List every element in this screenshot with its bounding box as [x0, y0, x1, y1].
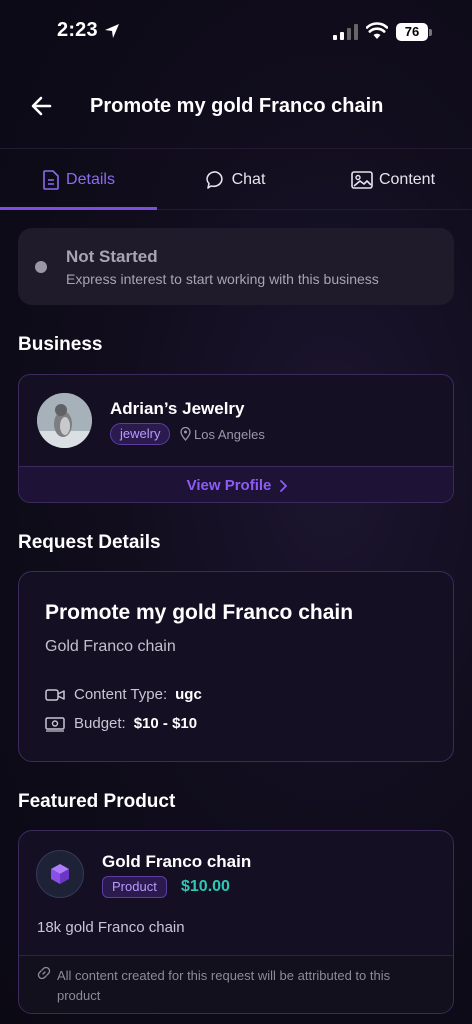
image-gallery-icon: [351, 171, 373, 189]
cube-icon: [51, 864, 69, 884]
wifi-icon: [366, 22, 388, 39]
featured-product-heading: Featured Product: [18, 791, 176, 812]
tab-chat[interactable]: Chat: [157, 149, 314, 211]
status-dot: [35, 261, 47, 273]
status-bar: 2:23 76: [0, 0, 472, 62]
status-time: 2:23: [57, 19, 98, 41]
cash-icon: [45, 716, 65, 732]
chevron-right-icon: [280, 479, 288, 492]
tab-content[interactable]: Content: [314, 149, 472, 211]
content-type-label: Content Type:: [74, 686, 168, 703]
active-tab-indicator: [0, 207, 157, 210]
product-badge: Product: [102, 876, 167, 898]
product-description: 18k gold Franco chain: [37, 919, 185, 936]
tab-details[interactable]: Details: [0, 149, 157, 211]
business-location: Los Angeles: [194, 427, 265, 442]
category-tag: jewelry: [110, 423, 171, 445]
product-name: Gold Franco chain: [102, 852, 252, 871]
request-details-heading: Request Details: [18, 532, 161, 553]
attribution-note: All content created for this request wil…: [19, 955, 453, 1013]
document-icon: [43, 170, 59, 190]
penguin-image: [37, 393, 92, 448]
location-arrow-icon: [105, 24, 119, 38]
map-pin-icon: [180, 427, 191, 441]
battery-indicator: 76: [396, 23, 428, 41]
budget-row: Budget: $10 - $10: [45, 715, 197, 732]
request-details-card: Promote my gold Franco chain Gold Franco…: [18, 571, 454, 762]
tab-content-label: Content: [378, 171, 436, 188]
avatar[interactable]: [37, 393, 92, 448]
cellular-signal-icon: [333, 24, 358, 40]
attribution-text: All content created for this request wil…: [57, 968, 391, 1003]
content-type-value: ugc: [175, 686, 202, 703]
header: Promote my gold Franco chain: [0, 80, 472, 136]
request-title: Promote my gold Franco chain: [45, 601, 354, 624]
status-title: Not Started: [66, 247, 158, 266]
content-type-row: Content Type: ugc: [45, 686, 202, 703]
view-profile-button[interactable]: View Profile: [19, 466, 453, 502]
featured-product-card[interactable]: Gold Franco chain Product $10.00 18k gol…: [18, 830, 454, 1014]
status-subtitle: Express interest to start working with t…: [66, 271, 379, 287]
request-status-card: Not Started Express interest to start wo…: [18, 228, 454, 305]
video-camera-icon: [45, 688, 65, 701]
business-name[interactable]: Adrian’s Jewelry: [110, 399, 245, 419]
budget-value: $10 - $10: [133, 715, 198, 732]
tab-chat-label: Chat: [231, 171, 266, 188]
tab-bar: Details Chat Content: [0, 148, 472, 210]
business-card: Adrian’s Jewelry jewelry Los Angeles Vie…: [18, 374, 454, 503]
link-icon: [37, 966, 51, 980]
tab-details-label: Details: [66, 171, 115, 188]
back-arrow-icon[interactable]: [28, 92, 56, 120]
product-icon-wrap: [36, 850, 84, 898]
request-subtitle: Gold Franco chain: [45, 638, 176, 655]
page-title: Promote my gold Franco chain: [90, 95, 384, 117]
battery-tip: [429, 29, 432, 36]
chat-bubble-icon: [205, 171, 223, 189]
budget-label: Budget:: [74, 715, 126, 732]
product-price: $10.00: [181, 878, 230, 895]
view-profile-label: View Profile: [186, 477, 272, 494]
business-heading: Business: [18, 334, 103, 355]
